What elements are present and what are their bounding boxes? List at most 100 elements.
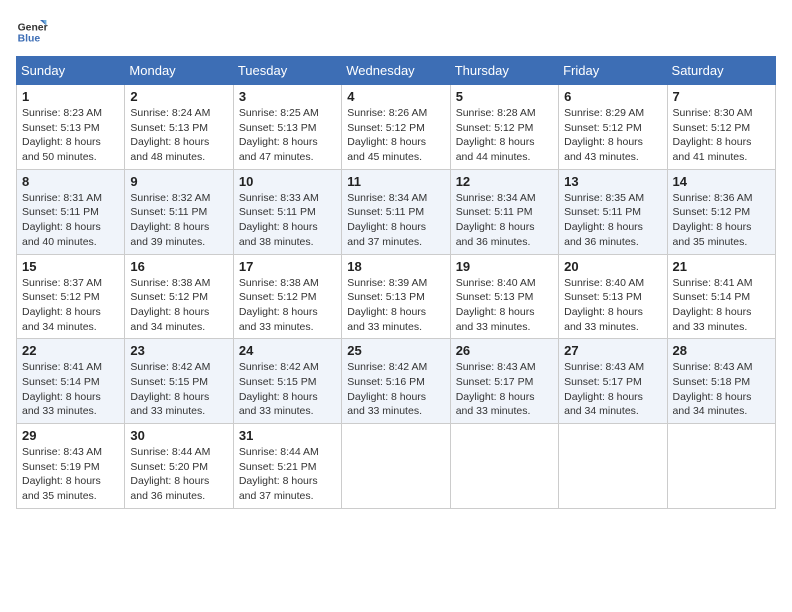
day-number: 7	[673, 89, 770, 104]
day-info: Sunrise: 8:24 AMSunset: 5:13 PMDaylight:…	[130, 107, 210, 163]
calendar-cell: 18 Sunrise: 8:39 AMSunset: 5:13 PMDaylig…	[342, 254, 450, 339]
calendar-week-5: 29 Sunrise: 8:43 AMSunset: 5:19 PMDaylig…	[17, 424, 776, 509]
day-number: 10	[239, 174, 336, 189]
day-info: Sunrise: 8:26 AMSunset: 5:12 PMDaylight:…	[347, 107, 427, 163]
day-number: 2	[130, 89, 227, 104]
calendar-cell: 24 Sunrise: 8:42 AMSunset: 5:15 PMDaylig…	[233, 339, 341, 424]
day-info: Sunrise: 8:36 AMSunset: 5:12 PMDaylight:…	[673, 192, 753, 248]
day-info: Sunrise: 8:42 AMSunset: 5:15 PMDaylight:…	[130, 361, 210, 417]
day-number: 17	[239, 259, 336, 274]
day-number: 11	[347, 174, 444, 189]
column-header-saturday: Saturday	[667, 57, 775, 85]
day-number: 1	[22, 89, 119, 104]
day-number: 4	[347, 89, 444, 104]
day-info: Sunrise: 8:30 AMSunset: 5:12 PMDaylight:…	[673, 107, 753, 163]
day-info: Sunrise: 8:39 AMSunset: 5:13 PMDaylight:…	[347, 277, 427, 333]
calendar-cell	[559, 424, 667, 509]
column-header-monday: Monday	[125, 57, 233, 85]
logo: General Blue	[16, 16, 48, 48]
day-info: Sunrise: 8:38 AMSunset: 5:12 PMDaylight:…	[239, 277, 319, 333]
calendar-cell: 23 Sunrise: 8:42 AMSunset: 5:15 PMDaylig…	[125, 339, 233, 424]
day-number: 24	[239, 343, 336, 358]
calendar-cell	[450, 424, 558, 509]
day-info: Sunrise: 8:34 AMSunset: 5:11 PMDaylight:…	[456, 192, 536, 248]
calendar-header-row: SundayMondayTuesdayWednesdayThursdayFrid…	[17, 57, 776, 85]
day-number: 3	[239, 89, 336, 104]
calendar-cell: 13 Sunrise: 8:35 AMSunset: 5:11 PMDaylig…	[559, 169, 667, 254]
calendar-cell: 25 Sunrise: 8:42 AMSunset: 5:16 PMDaylig…	[342, 339, 450, 424]
column-header-friday: Friday	[559, 57, 667, 85]
day-info: Sunrise: 8:38 AMSunset: 5:12 PMDaylight:…	[130, 277, 210, 333]
calendar-cell: 28 Sunrise: 8:43 AMSunset: 5:18 PMDaylig…	[667, 339, 775, 424]
day-info: Sunrise: 8:28 AMSunset: 5:12 PMDaylight:…	[456, 107, 536, 163]
calendar-week-3: 15 Sunrise: 8:37 AMSunset: 5:12 PMDaylig…	[17, 254, 776, 339]
day-info: Sunrise: 8:32 AMSunset: 5:11 PMDaylight:…	[130, 192, 210, 248]
calendar-cell: 11 Sunrise: 8:34 AMSunset: 5:11 PMDaylig…	[342, 169, 450, 254]
calendar-cell: 31 Sunrise: 8:44 AMSunset: 5:21 PMDaylig…	[233, 424, 341, 509]
column-header-sunday: Sunday	[17, 57, 125, 85]
calendar-cell: 26 Sunrise: 8:43 AMSunset: 5:17 PMDaylig…	[450, 339, 558, 424]
day-info: Sunrise: 8:43 AMSunset: 5:19 PMDaylight:…	[22, 446, 102, 502]
calendar-cell: 4 Sunrise: 8:26 AMSunset: 5:12 PMDayligh…	[342, 85, 450, 170]
calendar-cell	[342, 424, 450, 509]
day-info: Sunrise: 8:40 AMSunset: 5:13 PMDaylight:…	[456, 277, 536, 333]
day-info: Sunrise: 8:44 AMSunset: 5:21 PMDaylight:…	[239, 446, 319, 502]
calendar-cell: 2 Sunrise: 8:24 AMSunset: 5:13 PMDayligh…	[125, 85, 233, 170]
column-header-tuesday: Tuesday	[233, 57, 341, 85]
calendar-week-2: 8 Sunrise: 8:31 AMSunset: 5:11 PMDayligh…	[17, 169, 776, 254]
calendar-cell: 22 Sunrise: 8:41 AMSunset: 5:14 PMDaylig…	[17, 339, 125, 424]
calendar-cell: 14 Sunrise: 8:36 AMSunset: 5:12 PMDaylig…	[667, 169, 775, 254]
day-info: Sunrise: 8:25 AMSunset: 5:13 PMDaylight:…	[239, 107, 319, 163]
day-info: Sunrise: 8:37 AMSunset: 5:12 PMDaylight:…	[22, 277, 102, 333]
svg-text:Blue: Blue	[18, 34, 41, 45]
day-number: 27	[564, 343, 661, 358]
calendar-cell: 6 Sunrise: 8:29 AMSunset: 5:12 PMDayligh…	[559, 85, 667, 170]
calendar-cell: 8 Sunrise: 8:31 AMSunset: 5:11 PMDayligh…	[17, 169, 125, 254]
day-number: 30	[130, 428, 227, 443]
calendar-cell: 3 Sunrise: 8:25 AMSunset: 5:13 PMDayligh…	[233, 85, 341, 170]
calendar-table: SundayMondayTuesdayWednesdayThursdayFrid…	[16, 56, 776, 509]
day-number: 19	[456, 259, 553, 274]
calendar-cell: 19 Sunrise: 8:40 AMSunset: 5:13 PMDaylig…	[450, 254, 558, 339]
day-number: 23	[130, 343, 227, 358]
day-info: Sunrise: 8:29 AMSunset: 5:12 PMDaylight:…	[564, 107, 644, 163]
calendar-cell: 17 Sunrise: 8:38 AMSunset: 5:12 PMDaylig…	[233, 254, 341, 339]
calendar-week-1: 1 Sunrise: 8:23 AMSunset: 5:13 PMDayligh…	[17, 85, 776, 170]
day-number: 28	[673, 343, 770, 358]
calendar-cell: 10 Sunrise: 8:33 AMSunset: 5:11 PMDaylig…	[233, 169, 341, 254]
day-info: Sunrise: 8:42 AMSunset: 5:16 PMDaylight:…	[347, 361, 427, 417]
day-info: Sunrise: 8:34 AMSunset: 5:11 PMDaylight:…	[347, 192, 427, 248]
day-info: Sunrise: 8:41 AMSunset: 5:14 PMDaylight:…	[22, 361, 102, 417]
day-info: Sunrise: 8:40 AMSunset: 5:13 PMDaylight:…	[564, 277, 644, 333]
day-info: Sunrise: 8:31 AMSunset: 5:11 PMDaylight:…	[22, 192, 102, 248]
day-number: 12	[456, 174, 553, 189]
page-header: General Blue	[16, 16, 776, 48]
calendar-cell: 5 Sunrise: 8:28 AMSunset: 5:12 PMDayligh…	[450, 85, 558, 170]
day-info: Sunrise: 8:33 AMSunset: 5:11 PMDaylight:…	[239, 192, 319, 248]
day-number: 20	[564, 259, 661, 274]
day-number: 9	[130, 174, 227, 189]
day-info: Sunrise: 8:35 AMSunset: 5:11 PMDaylight:…	[564, 192, 644, 248]
calendar-cell: 15 Sunrise: 8:37 AMSunset: 5:12 PMDaylig…	[17, 254, 125, 339]
day-number: 26	[456, 343, 553, 358]
day-number: 21	[673, 259, 770, 274]
calendar-cell: 12 Sunrise: 8:34 AMSunset: 5:11 PMDaylig…	[450, 169, 558, 254]
calendar-cell: 9 Sunrise: 8:32 AMSunset: 5:11 PMDayligh…	[125, 169, 233, 254]
calendar-cell: 1 Sunrise: 8:23 AMSunset: 5:13 PMDayligh…	[17, 85, 125, 170]
calendar-cell: 29 Sunrise: 8:43 AMSunset: 5:19 PMDaylig…	[17, 424, 125, 509]
day-number: 14	[673, 174, 770, 189]
column-header-wednesday: Wednesday	[342, 57, 450, 85]
day-info: Sunrise: 8:42 AMSunset: 5:15 PMDaylight:…	[239, 361, 319, 417]
day-number: 15	[22, 259, 119, 274]
day-number: 18	[347, 259, 444, 274]
day-info: Sunrise: 8:43 AMSunset: 5:17 PMDaylight:…	[564, 361, 644, 417]
day-info: Sunrise: 8:43 AMSunset: 5:18 PMDaylight:…	[673, 361, 753, 417]
column-header-thursday: Thursday	[450, 57, 558, 85]
day-number: 16	[130, 259, 227, 274]
day-info: Sunrise: 8:41 AMSunset: 5:14 PMDaylight:…	[673, 277, 753, 333]
logo-icon: General Blue	[16, 16, 48, 48]
day-number: 13	[564, 174, 661, 189]
calendar-cell: 30 Sunrise: 8:44 AMSunset: 5:20 PMDaylig…	[125, 424, 233, 509]
day-info: Sunrise: 8:23 AMSunset: 5:13 PMDaylight:…	[22, 107, 102, 163]
calendar-cell: 20 Sunrise: 8:40 AMSunset: 5:13 PMDaylig…	[559, 254, 667, 339]
